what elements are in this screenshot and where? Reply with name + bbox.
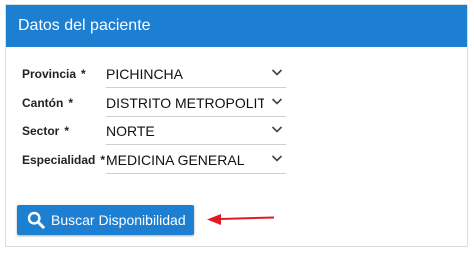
sector-select[interactable]: NORTE (106, 117, 286, 145)
especialidad-select[interactable]: MEDICINA GENERAL (106, 146, 286, 174)
chevron-down-icon (271, 155, 283, 162)
provincia-select-value: PICHINCHA (106, 66, 184, 82)
required-mark: * (100, 153, 106, 167)
required-mark: * (81, 67, 86, 81)
buscar-disponibilidad-label: Buscar Disponibilidad (51, 212, 186, 228)
required-mark: * (64, 124, 70, 138)
canton-select[interactable]: DISTRITO METROPOLIT. D (106, 89, 286, 117)
field-especialidad: Especialidad * MEDICINA GENERAL (22, 146, 286, 174)
field-sector: Sector * NORTE (22, 117, 286, 145)
card-header: Datos del paciente (6, 5, 467, 47)
chevron-down-icon (271, 69, 283, 76)
field-label-provincia: Provincia * (22, 67, 86, 81)
buscar-disponibilidad-button[interactable]: Buscar Disponibilidad (17, 205, 194, 235)
field-canton: Cantón* DISTRITO METROPOLIT. D (22, 89, 286, 117)
red-arrow-icon (207, 214, 275, 225)
field-provincia: Provincia * PICHINCHA (22, 60, 286, 88)
required-mark: * (68, 96, 73, 110)
patient-data-card: Datos del paciente Provincia * PICHINCHA … (5, 4, 468, 247)
sector-select-value: NORTE (106, 123, 155, 139)
especialidad-select-value: MEDICINA GENERAL (106, 152, 245, 168)
card-title: Datos del paciente (18, 17, 151, 34)
chevron-down-icon (271, 98, 283, 105)
canton-select-value: DISTRITO METROPOLIT. D (106, 95, 264, 111)
field-label-canton: Cantón * (22, 96, 73, 110)
field-label-especialidad: Especialidad * (22, 153, 106, 167)
field-label-sector: Sector * (22, 124, 70, 138)
search-icon (27, 211, 45, 229)
chevron-down-icon (271, 126, 283, 133)
provincia-select[interactable]: PICHINCHA (106, 60, 286, 88)
